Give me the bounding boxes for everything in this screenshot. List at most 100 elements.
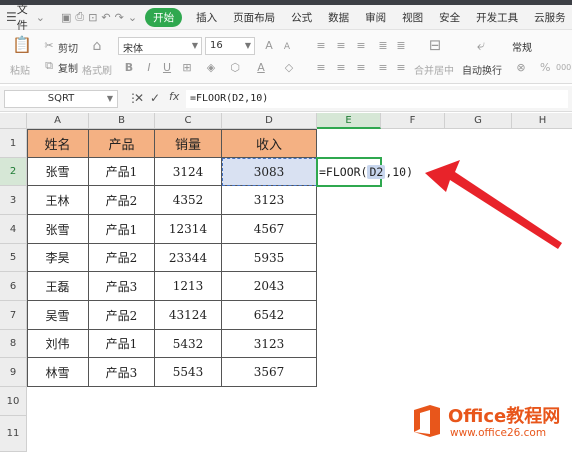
merge-center-button[interactable]: 合并居中: [414, 62, 454, 77]
tab-cloud[interactable]: 云服务: [534, 10, 566, 25]
column-header[interactable]: H: [512, 113, 572, 129]
column-header[interactable]: G: [445, 113, 512, 129]
tab-formulas[interactable]: 公式: [291, 10, 312, 25]
align-bottom-icon[interactable]: ≡: [354, 39, 368, 53]
table-cell[interactable]: 43124: [155, 301, 222, 330]
table-cell[interactable]: 4352: [155, 186, 222, 215]
cut-button[interactable]: 剪切: [58, 40, 78, 55]
table-cell[interactable]: 张雪: [27, 215, 89, 244]
table-cell[interactable]: 3567: [222, 358, 317, 387]
select-all-corner[interactable]: [0, 113, 27, 129]
table-cell[interactable]: 5543: [155, 358, 222, 387]
row-header[interactable]: 4: [0, 215, 27, 244]
row-header[interactable]: 11: [0, 416, 27, 452]
table-cell[interactable]: 王磊: [27, 272, 89, 301]
row-header[interactable]: 2: [0, 158, 27, 186]
close-icon[interactable]: ✕: [134, 91, 144, 105]
outdent-icon[interactable]: ≣: [394, 39, 408, 53]
fill-color-icon[interactable]: ◈: [204, 61, 218, 75]
borders-icon[interactable]: ⊞: [180, 61, 194, 75]
table-cell[interactable]: 产品2: [89, 244, 155, 272]
copy-icon[interactable]: ⧉: [42, 59, 56, 73]
column-header[interactable]: D: [222, 113, 317, 129]
number-format-select[interactable]: 常规: [508, 37, 570, 55]
file-menu[interactable]: 文件: [17, 1, 28, 33]
column-header[interactable]: F: [381, 113, 445, 129]
fx-icon[interactable]: fx: [169, 90, 179, 103]
row-header[interactable]: 3: [0, 186, 27, 215]
table-header-cell[interactable]: 姓名: [27, 129, 89, 158]
more-icon[interactable]: ⌄: [128, 9, 137, 25]
align-left-icon[interactable]: ≡: [314, 61, 328, 75]
tab-data[interactable]: 数据: [328, 10, 349, 25]
table-cell[interactable]: 3123: [222, 330, 317, 358]
print-preview-icon[interactable]: ⊡: [88, 9, 97, 25]
increase-font-icon[interactable]: A: [262, 39, 276, 53]
save-icon[interactable]: ▣: [61, 9, 71, 25]
thousands-button[interactable]: 000: [556, 63, 571, 72]
tab-insert[interactable]: 插入: [196, 10, 217, 25]
wrap-text-icon[interactable]: ⤶: [472, 38, 490, 56]
font-name-select[interactable]: 宋体 ▼: [118, 37, 202, 55]
column-header[interactable]: A: [27, 113, 89, 129]
chevron-down-icon[interactable]: ⌄: [36, 9, 45, 25]
print-icon[interactable]: ⎙: [75, 9, 84, 25]
column-header[interactable]: B: [89, 113, 155, 129]
merge-center-icon[interactable]: ⊟: [426, 38, 444, 56]
font-color-icon[interactable]: A: [254, 61, 268, 75]
table-cell[interactable]: 3124: [155, 158, 222, 186]
currency-icon[interactable]: ⊗: [514, 61, 528, 75]
tab-home[interactable]: 开始: [145, 7, 183, 27]
font-size-select[interactable]: 16 ▼: [205, 37, 255, 55]
decrease-font-icon[interactable]: A: [280, 40, 294, 54]
highlight-icon[interactable]: ⬡: [228, 61, 242, 75]
table-cell[interactable]: 李昊: [27, 244, 89, 272]
percent-button[interactable]: %: [540, 61, 550, 74]
column-header[interactable]: E: [317, 113, 381, 129]
table-cell[interactable]: 产品1: [89, 158, 155, 186]
name-box[interactable]: SQRT ▼: [4, 90, 118, 108]
distribute-icon[interactable]: ≡: [394, 61, 408, 75]
row-header[interactable]: 6: [0, 272, 27, 301]
table-cell[interactable]: 3123: [222, 186, 317, 215]
copy-button[interactable]: 复制: [58, 60, 78, 75]
referenced-cell-d2[interactable]: 3083: [222, 158, 317, 186]
row-header[interactable]: 9: [0, 358, 27, 387]
clear-format-icon[interactable]: ◇: [282, 61, 296, 75]
wrap-text-button[interactable]: 自动换行: [462, 62, 502, 77]
table-cell[interactable]: 产品1: [89, 215, 155, 244]
redo-icon[interactable]: ↷: [115, 9, 124, 25]
paste-button[interactable]: 粘贴: [10, 62, 30, 77]
tab-view[interactable]: 视图: [402, 10, 423, 25]
table-header-cell[interactable]: 收入: [222, 129, 317, 158]
underline-icon[interactable]: U: [160, 61, 174, 75]
row-header[interactable]: 5: [0, 244, 27, 272]
table-cell[interactable]: 5935: [222, 244, 317, 272]
table-header-cell[interactable]: 产品: [89, 129, 155, 158]
paste-icon[interactable]: 📋: [12, 37, 32, 56]
menu-icon[interactable]: ☰: [6, 10, 17, 24]
justify-icon[interactable]: ≡: [376, 61, 390, 75]
bold-icon[interactable]: B: [122, 61, 136, 75]
table-cell[interactable]: 刘伟: [27, 330, 89, 358]
table-cell[interactable]: 12314: [155, 215, 222, 244]
editing-cell-e2[interactable]: =FLOOR(D2,10): [316, 157, 413, 187]
indent-icon[interactable]: ≣: [376, 39, 390, 53]
column-header[interactable]: C: [155, 113, 222, 129]
table-cell[interactable]: 产品3: [89, 272, 155, 301]
row-header[interactable]: 1: [0, 129, 27, 158]
undo-icon[interactable]: ↶: [101, 9, 110, 25]
align-top-icon[interactable]: ≡: [314, 39, 328, 53]
align-right-icon[interactable]: ≡: [354, 61, 368, 75]
table-cell[interactable]: 5432: [155, 330, 222, 358]
align-center-icon[interactable]: ≡: [334, 61, 348, 75]
table-cell[interactable]: 产品2: [89, 186, 155, 215]
table-cell[interactable]: 张雪: [27, 158, 89, 186]
scissors-icon[interactable]: ✂: [42, 39, 56, 53]
tab-page-layout[interactable]: 页面布局: [233, 10, 275, 25]
row-header[interactable]: 7: [0, 301, 27, 330]
table-cell[interactable]: 1213: [155, 272, 222, 301]
tab-review[interactable]: 审阅: [365, 10, 386, 25]
format-painter-icon[interactable]: ⌂: [90, 39, 104, 53]
table-cell[interactable]: 4567: [222, 215, 317, 244]
